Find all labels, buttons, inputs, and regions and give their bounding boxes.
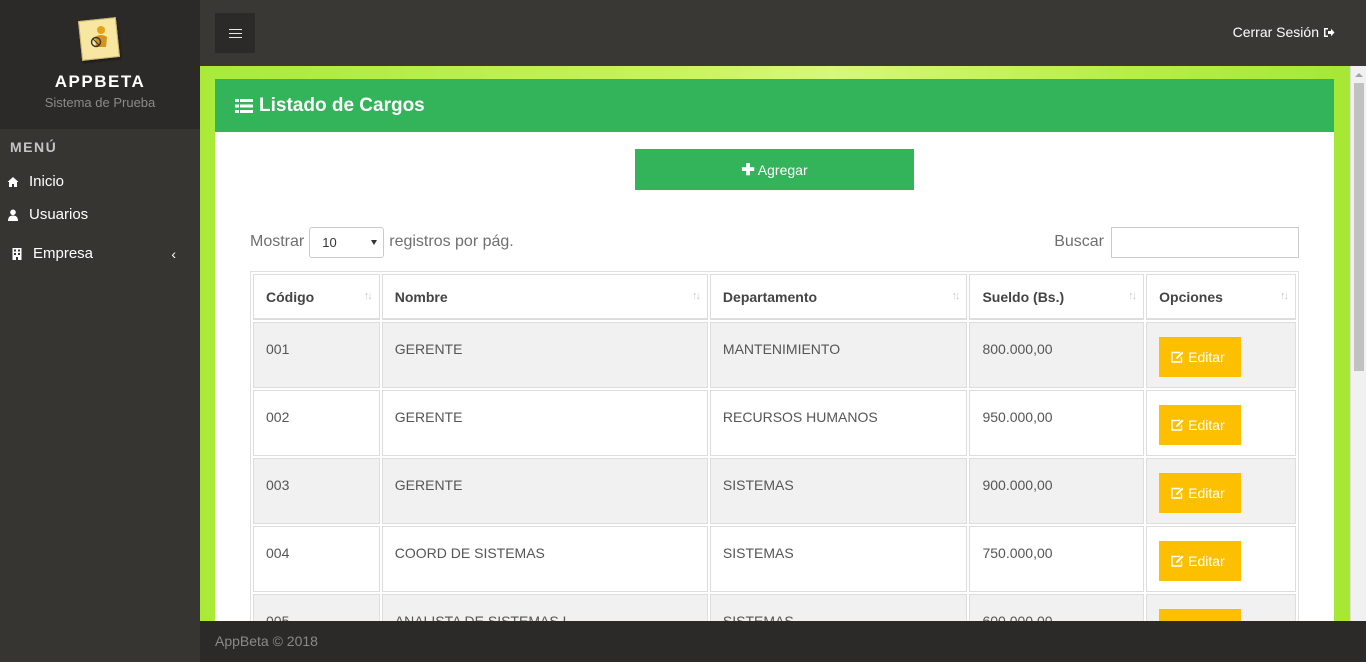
cargos-table: Código ↑↓ Nombre ↑↓ Departamento ↑↓ Sueldo …	[250, 271, 1299, 621]
column-header-departamento[interactable]: Departamento ↑↓	[709, 274, 968, 320]
scrollbar-thumb[interactable]	[1354, 83, 1364, 371]
show-label: Mostrar	[250, 233, 305, 250]
search-label: Buscar	[1054, 233, 1104, 250]
cell-opciones: Editar	[1146, 322, 1296, 388]
cell-nombre: COORD DE SISTEMAS	[381, 526, 708, 592]
sidebar: APPBETA Sistema de Prueba MENÚ Inicio Us…	[0, 0, 200, 662]
footer-text: AppBeta © 2018	[215, 633, 318, 649]
table-controls: Mostrar 10 registros por pág. Buscar	[250, 226, 1299, 258]
page-size-select[interactable]: 10	[309, 226, 385, 258]
sidebar-item-inicio[interactable]: Inicio	[0, 165, 200, 198]
cell-departamento: SISTEMAS	[709, 458, 968, 524]
add-button[interactable]: ✚ Agregar	[635, 149, 914, 190]
sort-icon: ↑↓	[1280, 290, 1289, 302]
hamburger-icon	[228, 28, 242, 38]
cell-codigo: 004	[253, 526, 380, 592]
sidebar-item-label: Empresa	[33, 245, 94, 262]
edit-button[interactable]: Editar	[1159, 405, 1242, 445]
edit-icon	[1171, 555, 1184, 567]
page-title: Listado de Cargos	[259, 94, 425, 116]
page-size-control: Mostrar 10 registros por pág.	[250, 226, 514, 258]
sort-icon: ↑↓	[691, 290, 701, 302]
menu-heading: MENÚ	[10, 139, 58, 155]
column-header-opciones[interactable]: Opciones ↑↓	[1146, 274, 1296, 320]
menu-toggle-button[interactable]	[215, 13, 255, 53]
cell-sueldo: 950.000,00	[969, 390, 1145, 456]
cell-sueldo: 800.000,00	[969, 322, 1145, 388]
vertical-scrollbar[interactable]	[1350, 66, 1366, 621]
list-icon	[235, 98, 253, 113]
table-row: 002 GERENTE RECURSOS HUMANOS 950.000,00 …	[253, 390, 1296, 456]
per-page-label: registros por pág.	[389, 233, 514, 250]
search-input[interactable]	[1111, 226, 1299, 258]
edit-button[interactable]: Editar	[1159, 541, 1242, 581]
cell-sueldo: 600.000,00	[969, 594, 1145, 621]
cell-departamento: MANTENIMIENTO	[709, 322, 968, 388]
brand: APPBETA Sistema de Prueba	[0, 0, 200, 129]
logout-label: Cerrar Sesión	[1232, 24, 1319, 40]
sort-icon: ↑↓	[363, 290, 373, 302]
column-header-codigo[interactable]: Código ↑↓	[253, 274, 380, 320]
brand-subtitle: Sistema de Prueba	[44, 95, 156, 110]
building-icon	[12, 247, 22, 260]
plus-icon: ✚	[741, 161, 755, 179]
edit-icon	[1171, 351, 1184, 363]
cell-opciones: Editar	[1146, 594, 1296, 621]
user-icon	[8, 209, 18, 221]
column-header-nombre[interactable]: Nombre ↑↓	[381, 274, 708, 320]
add-button-label: Agregar	[757, 161, 808, 178]
brand-title: APPBETA	[54, 72, 146, 91]
cell-codigo: 001	[253, 322, 380, 388]
sidebar-item-usuarios[interactable]: Usuarios	[0, 198, 200, 231]
logout-link[interactable]: Cerrar Sesión	[1233, 24, 1335, 40]
footer: AppBeta © 2018	[200, 621, 1366, 662]
table-header-row: Código ↑↓ Nombre ↑↓ Departamento ↑↓ Sueldo …	[253, 274, 1296, 320]
panel-header: Listado de Cargos	[215, 79, 1334, 132]
sort-icon: ↑↓	[1128, 290, 1137, 302]
topbar: Cerrar Sesión	[200, 0, 1366, 66]
page-size-value: 10	[322, 234, 337, 250]
sort-icon: ↑↓	[951, 290, 960, 302]
content-area: Listado de Cargos ✚ Agregar Mostrar 10 r…	[200, 66, 1350, 621]
dropdown-caret-icon	[371, 239, 378, 245]
home-icon	[7, 176, 19, 187]
edit-button[interactable]: Editar	[1159, 609, 1242, 621]
cell-departamento: RECURSOS HUMANOS	[709, 390, 968, 456]
cell-codigo: 003	[253, 458, 380, 524]
table-row: 003 GERENTE SISTEMAS 900.000,00 Editar	[253, 458, 1296, 524]
cell-sueldo: 900.000,00	[969, 458, 1145, 524]
table-row: 005 ANALISTA DE SISTEMAS I SISTEMAS 600.…	[253, 594, 1296, 621]
edit-button[interactable]: Editar	[1159, 337, 1242, 377]
edit-button[interactable]: Editar	[1159, 473, 1242, 513]
table-row: 001 GERENTE MANTENIMIENTO 800.000,00 Edi…	[253, 322, 1296, 388]
edit-icon	[1171, 419, 1184, 431]
scroll-up-icon[interactable]	[1351, 66, 1366, 83]
cell-nombre: GERENTE	[381, 458, 708, 524]
app-logo	[78, 17, 122, 63]
cargos-panel: Listado de Cargos ✚ Agregar Mostrar 10 r…	[215, 79, 1334, 621]
cell-nombre: GERENTE	[381, 322, 708, 388]
cell-sueldo: 750.000,00	[969, 526, 1145, 592]
cell-departamento: SISTEMAS	[709, 594, 968, 621]
sign-out-icon	[1324, 27, 1335, 37]
chevron-left-icon: ‹	[171, 245, 176, 262]
cell-departamento: SISTEMAS	[709, 526, 968, 592]
edit-icon	[1171, 487, 1184, 499]
cell-opciones: Editar	[1146, 526, 1296, 592]
sidebar-item-label: Usuarios	[29, 206, 89, 223]
cell-nombre: ANALISTA DE SISTEMAS I	[381, 594, 708, 621]
cell-opciones: Editar	[1146, 390, 1296, 456]
table-row: 004 COORD DE SISTEMAS SISTEMAS 750.000,0…	[253, 526, 1296, 592]
cell-nombre: GERENTE	[381, 390, 708, 456]
search-control: Buscar	[1054, 226, 1299, 258]
cell-opciones: Editar	[1146, 458, 1296, 524]
column-header-sueldo[interactable]: Sueldo (Bs.) ↑↓	[969, 274, 1145, 320]
cell-codigo: 005	[253, 594, 380, 621]
sidebar-item-label: Inicio	[29, 173, 65, 190]
cell-codigo: 002	[253, 390, 380, 456]
sidebar-item-empresa[interactable]: Empresa ‹	[0, 231, 200, 276]
